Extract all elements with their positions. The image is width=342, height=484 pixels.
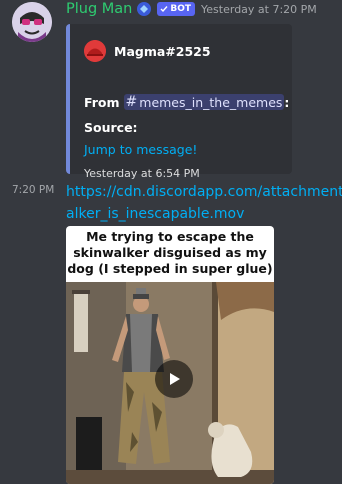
attachment-url-line-1[interactable]: https://cdn.discordapp.com/attachments/: [66, 181, 342, 203]
embed-author: Magma#2525: [84, 40, 211, 62]
author-badge-icon: [136, 1, 152, 17]
channel-mention[interactable]: # memes_in_the_memes: [123, 94, 285, 110]
message-header: Plug Man BOT Yesterday at 7:20 PM: [66, 0, 317, 19]
embed-from-field: From # memes_in_the_memes :: [84, 94, 289, 110]
message-time[interactable]: 7:20 PM: [12, 184, 54, 196]
author-name[interactable]: Plug Man: [66, 1, 132, 17]
embed-footer-timestamp: Yesterday at 6:54 PM: [84, 167, 200, 180]
avatar[interactable]: [12, 2, 52, 42]
embed-author-avatar[interactable]: [84, 40, 106, 62]
channel-hash-icon: #: [125, 94, 138, 110]
from-label: From: [84, 94, 120, 110]
bot-tag-label: BOT: [170, 4, 192, 14]
channel-name: memes_in_the_memes: [139, 94, 283, 110]
embed-card: Magma#2525 From # memes_in_the_memes : S…: [66, 24, 292, 180]
caption-line-1: Me trying to escape the: [86, 229, 254, 244]
bot-tag: BOT: [157, 2, 196, 16]
embed-author-name[interactable]: Magma#2525: [114, 44, 211, 59]
attachment-url-line-2[interactable]: alker_is_inescapable.mov: [66, 203, 342, 225]
attachment-link[interactable]: https://cdn.discordapp.com/attachments/ …: [66, 181, 342, 225]
caption-line-2: skinwalker disguised as my: [73, 245, 267, 260]
play-icon: [170, 373, 180, 385]
video-caption: Me trying to escape the skinwalker disgu…: [66, 229, 274, 277]
play-button[interactable]: [155, 360, 193, 398]
from-suffix: :: [284, 94, 290, 110]
message-timestamp[interactable]: Yesterday at 7:20 PM: [201, 3, 317, 16]
source-label: Source:: [84, 120, 138, 135]
caption-line-3: dog (I stepped in super glue): [67, 261, 273, 276]
video-preview[interactable]: Me trying to escape the skinwalker disgu…: [66, 226, 274, 484]
verified-bot-check-icon: [160, 6, 168, 13]
jump-to-message-link[interactable]: Jump to message!: [84, 142, 197, 157]
